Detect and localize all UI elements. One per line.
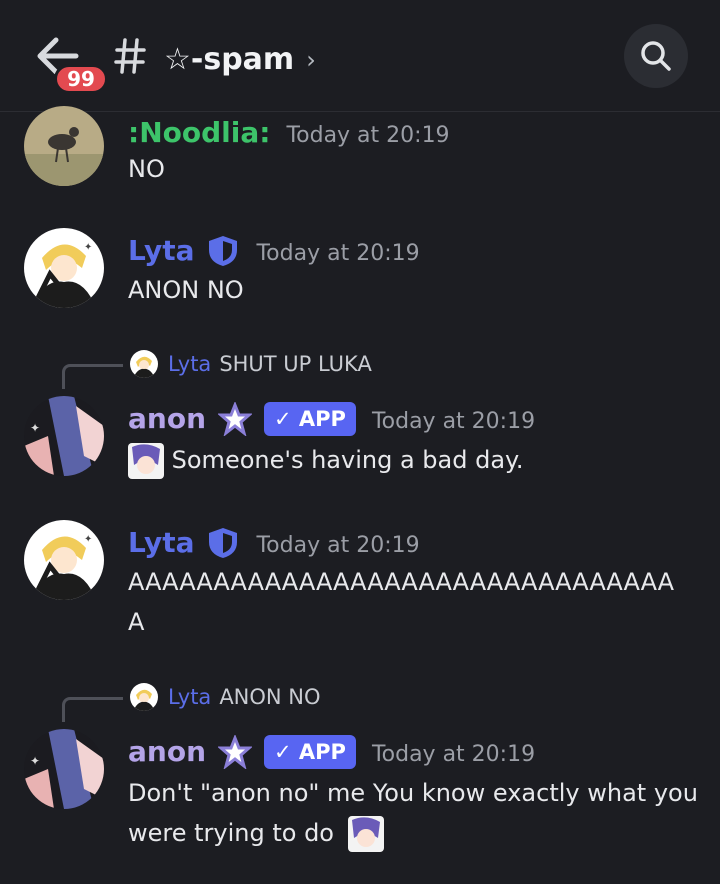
avatar[interactable]: ✦ [24,520,104,600]
reply-connector [62,364,123,389]
avatar[interactable]: ✦ [24,228,104,308]
reply-avatar [130,683,158,711]
anime-avatar-image: ✦ [24,520,104,600]
reply-preview[interactable]: Lyta SHUT UP LUKA [130,350,372,378]
message-timestamp: Today at 20:19 [371,742,536,767]
anon-avatar-image: ✦ [24,396,104,476]
avatar[interactable]: ✦ [24,729,104,809]
message-author[interactable]: Lyta [128,526,194,559]
star-icon [218,735,252,769]
app-badge: ✓ APP [264,402,356,436]
bird-avatar-image [24,106,104,186]
hash-channel-icon [114,38,146,74]
reply-preview[interactable]: Lyta ANON NO [130,683,321,711]
message: ✦ Lyta Today at 20:19 AAAAAAAAAAAAAAAAAA… [0,520,720,640]
channel-title[interactable]: ☆-spam › [164,42,316,77]
message-text-row: Don't "anon no" me You know exactly what… [128,773,698,853]
shield-icon [209,236,238,266]
shield-icon [209,528,238,558]
message-author[interactable]: :Noodlia: [128,116,270,149]
message: Lyta SHUT UP LUKA ✦ anon ✓ APP Today at … [0,344,720,484]
svg-text:✦: ✦ [30,754,40,768]
avatar[interactable]: ✦ [24,396,104,476]
custom-emoji [128,443,164,479]
message-author[interactable]: anon [128,402,206,435]
message-timestamp: Today at 20:19 [371,409,536,434]
reply-connector [62,697,123,722]
anime-avatar-image: ✦ [24,228,104,308]
custom-emoji [347,816,384,852]
unread-badge: 99 [54,64,108,94]
message-text: NO [128,155,165,183]
message-text: Don't "anon no" me You know exactly what… [128,779,698,847]
channel-name-label: ☆-spam [164,42,295,77]
search-icon [641,41,671,71]
reply-author: Lyta [168,352,212,376]
message-text: ANON NO [128,276,244,304]
svg-text:✦: ✦ [30,421,40,435]
message-timestamp: Today at 20:19 [256,533,420,558]
message-timestamp: Today at 20:19 [256,241,420,266]
svg-text:✦: ✦ [84,534,92,545]
anon-avatar-image: ✦ [24,729,104,809]
message-timestamp: Today at 20:19 [286,123,450,148]
message: ✦ Lyta Today at 20:19 ANON NO [0,228,720,318]
reply-avatar [130,350,158,378]
app-badge: ✓ APP [264,735,356,769]
svg-text:✦: ✦ [84,242,92,253]
reply-text: ANON NO [219,685,321,709]
message-author[interactable]: Lyta [128,234,194,267]
message-text: AAAAAAAAAAAAAAAAAAAAAAAAAAAAAAAAA [128,568,675,636]
message-text-row: Someone's having a bad day. [128,440,698,480]
message-author[interactable]: anon [128,735,206,768]
message-text: Someone's having a bad day. [171,446,524,474]
chevron-right-icon: › [306,45,316,74]
reply-text: SHUT UP LUKA [219,352,372,376]
search-button[interactable] [624,24,688,88]
avatar[interactable] [24,106,104,186]
message: :Noodlia: Today at 20:19 NO [0,106,720,192]
star-icon [218,402,252,436]
message: Lyta ANON NO ✦ anon ✓ APP Today at 20:19… [0,677,720,877]
reply-author: Lyta [168,685,212,709]
channel-header: 99 ☆-spam › [0,0,720,112]
